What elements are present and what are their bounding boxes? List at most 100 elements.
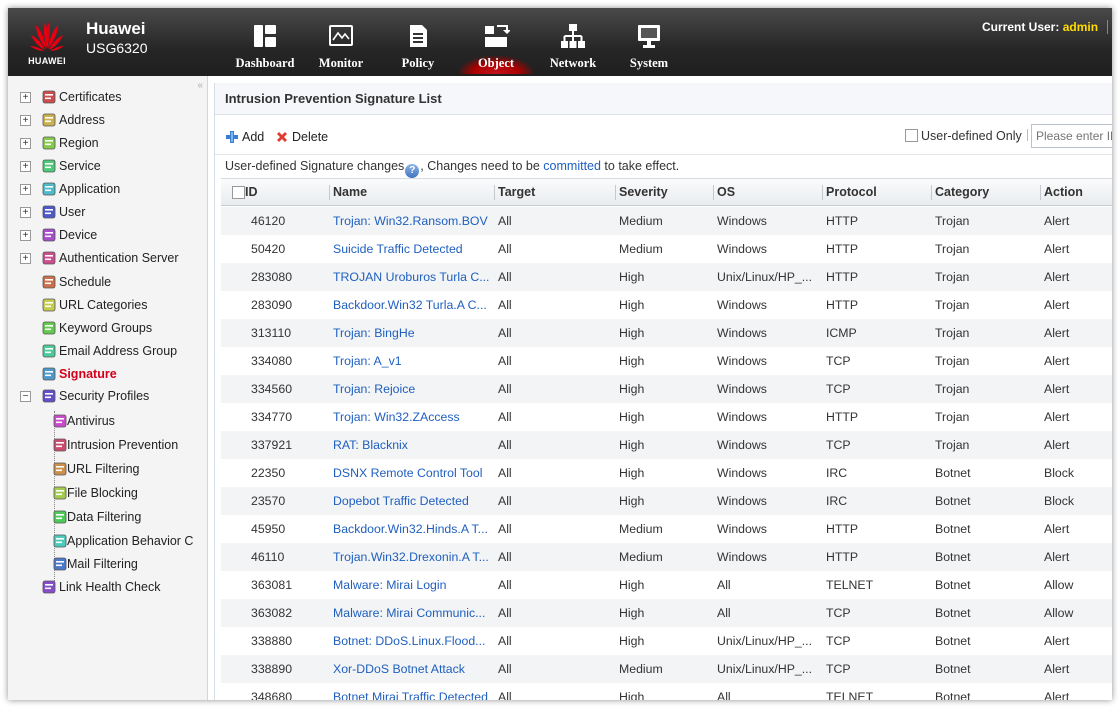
table-row[interactable]: 46120 Trojan: Win32.Ransom.BOV All Medium Wi… xyxy=(221,207,1112,235)
cell-severity: High xyxy=(619,354,645,368)
column-header-name[interactable]: Name xyxy=(329,179,367,206)
column-header-category[interactable]: Category xyxy=(931,179,990,206)
table-row[interactable]: 363081 Malware: Mirai Login All High All TELN… xyxy=(221,571,1112,599)
cell-action: Alert xyxy=(1044,270,1070,284)
expand-icon[interactable]: + xyxy=(20,115,31,126)
sidebar-item-label: User xyxy=(59,205,86,219)
signature-name-link[interactable]: Dopebot Traffic Detected xyxy=(333,487,491,515)
cell-target: All xyxy=(498,494,512,508)
signature-name-link[interactable]: RAT: Blacknix xyxy=(333,431,491,459)
nav-system-label: System xyxy=(629,56,669,70)
signature-name-link[interactable]: Backdoor.Win32 Turla.A C... xyxy=(333,291,491,319)
signature-name-link[interactable]: Malware: Mirai Login xyxy=(333,571,491,599)
cell-category: Trojan xyxy=(935,298,970,312)
expand-icon[interactable]: + xyxy=(20,161,31,172)
user-icon xyxy=(41,204,57,220)
page-title: Intrusion Prevention Signature List xyxy=(215,83,1112,115)
cell-id: 46110 xyxy=(251,550,285,564)
select-all-checkbox[interactable] xyxy=(232,186,245,199)
expand-icon[interactable]: + xyxy=(20,253,31,264)
toolbar-divider xyxy=(1026,129,1028,141)
table-row[interactable]: 45950 Backdoor.Win32.Hinds.A T... All Mediu… xyxy=(221,515,1112,543)
certificates-icon xyxy=(41,89,57,105)
cell-id: 334080 xyxy=(251,354,293,368)
committed-link[interactable]: committed xyxy=(543,159,601,173)
sidebar-item-label: Link Health Check xyxy=(59,580,161,594)
signature-name-link[interactable]: Trojan: A_v1 xyxy=(333,347,491,375)
cell-protocol: HTTP xyxy=(826,550,859,564)
mail-filtering-icon xyxy=(52,556,68,572)
signature-name-link[interactable]: DSNX Remote Control Tool xyxy=(333,459,491,487)
table-row[interactable]: 46110 Trojan.Win32.Drexonin.A T... All Medi… xyxy=(221,543,1112,571)
user-defined-only-checkbox[interactable] xyxy=(905,129,918,142)
column-header-severity[interactable]: Severity xyxy=(615,179,668,206)
column-header-protocol[interactable]: Protocol xyxy=(822,179,877,206)
nav-network[interactable]: Network xyxy=(536,22,610,74)
table-row[interactable]: 283080 TROJAN Uroburos Turla C... All High U… xyxy=(221,263,1112,291)
column-header-label: Category xyxy=(935,185,990,199)
nav-monitor[interactable]: Monitor xyxy=(304,22,378,74)
column-header-action[interactable]: Action xyxy=(1040,179,1083,206)
signature-name-link[interactable]: Backdoor.Win32.Hinds.A T... xyxy=(333,515,491,543)
signature-name-link[interactable]: Xor-DDoS Botnet Attack xyxy=(333,655,491,683)
search-input[interactable] xyxy=(1031,124,1112,148)
expand-icon[interactable]: + xyxy=(20,184,31,195)
table-row[interactable]: 337921 RAT: Blacknix All High Windows TCP Troj… xyxy=(221,431,1112,459)
cell-id: 313110 xyxy=(251,326,292,340)
user-defined-only-filter[interactable]: User-defined Only xyxy=(905,129,1028,143)
table-row[interactable]: 283090 Backdoor.Win32 Turla.A C... All High… xyxy=(221,291,1112,319)
column-header-id[interactable]: ID xyxy=(245,179,258,206)
huawei-logo-icon xyxy=(30,22,64,51)
table-row[interactable]: 23570 Dopebot Traffic Detected All High Wind… xyxy=(221,487,1112,515)
table-row[interactable]: 313110 Trojan: BingHe All High Windows ICMP Tr… xyxy=(221,319,1112,347)
signature-name-link[interactable]: Trojan: Rejoice xyxy=(333,375,491,403)
signature-name-link[interactable]: Botnet Mirai Traffic Detected xyxy=(333,683,491,700)
help-icon[interactable]: ? xyxy=(405,164,420,178)
expand-icon[interactable]: + xyxy=(20,138,31,149)
signature-name-link[interactable]: Botnet: DDoS.Linux.Flood... xyxy=(333,627,491,655)
nav-system[interactable]: System xyxy=(612,22,686,74)
signature-name-link[interactable]: Suicide Traffic Detected xyxy=(333,235,491,263)
sidebar-item-label: Region xyxy=(59,136,99,150)
cell-category: Botnet xyxy=(935,522,971,536)
signature-name-link[interactable]: Trojan: Win32.Ransom.BOV xyxy=(333,207,491,235)
table-row[interactable]: 348680 Botnet Mirai Traffic Detected All Hi… xyxy=(221,683,1112,700)
cell-target: All xyxy=(498,326,512,340)
column-header-target[interactable]: Target xyxy=(494,179,535,206)
nav-object[interactable]: Object xyxy=(459,22,533,74)
table-row[interactable]: 22350 DSNX Remote Control Tool All High Wind… xyxy=(221,459,1112,487)
signature-name-link[interactable]: Trojan: BingHe xyxy=(333,319,491,347)
table-header: ID Name Target Severity OS Protocol Category Ac… xyxy=(221,178,1112,206)
cell-id: 283090 xyxy=(251,298,293,312)
sidebar-item-label: Signature xyxy=(59,367,117,381)
cell-protocol: TCP xyxy=(826,606,851,620)
cell-target: All xyxy=(498,438,512,452)
cell-target: All xyxy=(498,298,512,312)
nav-policy[interactable]: Policy xyxy=(381,22,455,74)
table-row[interactable]: 334080 Trojan: A_v1 All High Windows TCP Troja… xyxy=(221,347,1112,375)
table-row[interactable]: 334770 Trojan: Win32.ZAccess All High Window… xyxy=(221,403,1112,431)
table-row[interactable]: 338880 Botnet: DDoS.Linux.Flood... All High… xyxy=(221,627,1112,655)
table-row[interactable]: 50420 Suicide Traffic Detected All Medium Wi… xyxy=(221,235,1112,263)
header-extra-link[interactable]: C xyxy=(1107,20,1112,34)
column-header-os[interactable]: OS xyxy=(713,179,735,206)
table-row[interactable]: 338890 Xor-DDoS Botnet Attack All Medium Uni… xyxy=(221,655,1112,683)
signature-name-link[interactable]: Malware: Mirai Communic... xyxy=(333,599,491,627)
collapse-icon[interactable]: − xyxy=(20,391,31,402)
current-user-name[interactable]: admin xyxy=(1063,20,1098,34)
signature-name-link[interactable]: Trojan.Win32.Drexonin.A T... xyxy=(333,543,491,571)
signature-name-link[interactable]: Trojan: Win32.ZAccess xyxy=(333,403,491,431)
expand-icon[interactable]: + xyxy=(20,230,31,241)
table-row[interactable]: 334560 Trojan: Rejoice All High Windows TCP Tr… xyxy=(221,375,1112,403)
notice-middle: , Changes need to be xyxy=(420,159,544,173)
main-panel: Intrusion Prevention Signature List Add … xyxy=(214,83,1112,700)
collapse-sidebar-icon[interactable]: « xyxy=(197,80,203,91)
cell-target: All xyxy=(498,466,512,480)
sidebar-item-label: Security Profiles xyxy=(59,389,150,403)
signature-name-link[interactable]: TROJAN Uroburos Turla C... xyxy=(333,263,491,291)
nav-dashboard[interactable]: Dashboard xyxy=(228,22,302,74)
table-row[interactable]: 363082 Malware: Mirai Communic... All High A… xyxy=(221,599,1112,627)
expand-icon[interactable]: + xyxy=(20,92,31,103)
expand-icon[interactable]: + xyxy=(20,207,31,218)
column-divider xyxy=(615,185,616,200)
